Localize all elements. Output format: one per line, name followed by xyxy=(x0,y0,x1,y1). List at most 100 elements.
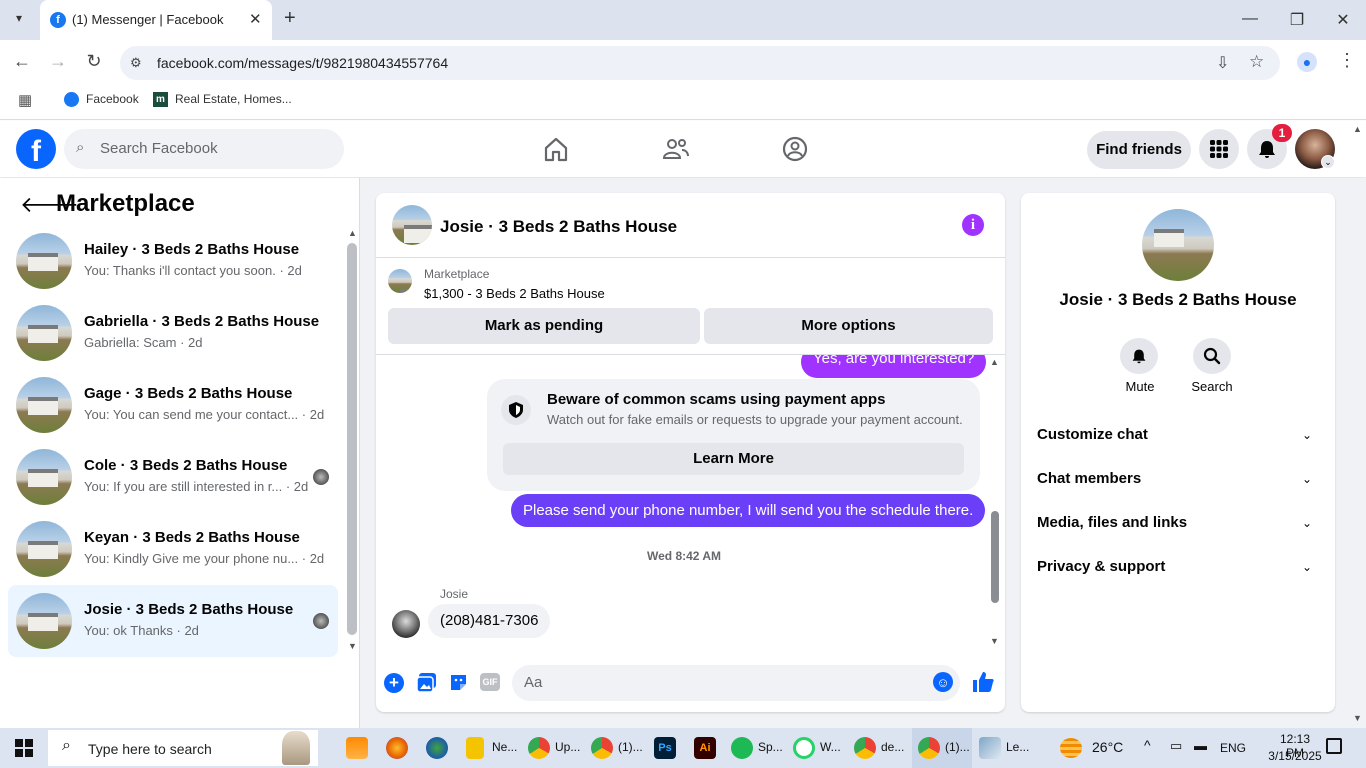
listing-thumbnail xyxy=(16,593,72,649)
scroll-down-arrow[interactable]: ▼ xyxy=(348,641,357,651)
customize-chat-section[interactable]: Customize chat xyxy=(1037,426,1148,443)
sender-name: Josie xyxy=(440,587,469,601)
network-icon[interactable]: ▬ xyxy=(1194,738,1207,753)
scroll-up-arrow[interactable]: ▲ xyxy=(348,228,357,238)
menu-icon[interactable]: ⋮ xyxy=(1338,50,1356,71)
tab-close-icon[interactable]: ✕ xyxy=(249,10,262,28)
bookmark-facebook[interactable]: Facebook xyxy=(86,92,139,106)
message-input[interactable] xyxy=(512,665,960,701)
info-icon[interactable]: i xyxy=(962,214,984,236)
restore-button[interactable]: ❐ xyxy=(1287,10,1307,30)
windows-start-icon[interactable] xyxy=(15,739,33,757)
page-scroll-down-arrow[interactable]: ▼ xyxy=(1353,713,1362,723)
friends-icon[interactable] xyxy=(661,134,691,164)
minimize-button[interactable]: — xyxy=(1240,10,1260,28)
mark-as-pending-button[interactable]: Mark as pending xyxy=(388,308,700,344)
details-listing-avatar[interactable] xyxy=(1142,209,1214,281)
taskbar-app-label[interactable]: Up... xyxy=(555,740,580,764)
chrome-icon[interactable] xyxy=(918,737,940,759)
account-chevron-icon[interactable]: ⌄ xyxy=(1321,155,1335,169)
whatsapp-icon[interactable] xyxy=(793,737,815,759)
chat-scrollbar[interactable] xyxy=(991,511,999,603)
chevron-down-icon[interactable]: ⌄ xyxy=(1302,516,1312,530)
notepad-icon[interactable] xyxy=(979,737,1001,759)
chat-title[interactable]: Josie · 3 Beds 2 Baths House xyxy=(440,217,677,237)
vlc-icon[interactable] xyxy=(346,737,368,759)
plus-icon[interactable]: + xyxy=(384,673,404,693)
photoshop-icon[interactable]: Ps xyxy=(654,737,676,759)
media-files-links-section[interactable]: Media, files and links xyxy=(1037,514,1187,531)
scam-warning-body: Watch out for fake emails or requests to… xyxy=(547,412,963,427)
globe-icon[interactable] xyxy=(426,737,448,759)
gif-icon[interactable]: GIF xyxy=(480,673,500,691)
sticker-icon[interactable] xyxy=(448,672,469,693)
chrome-icon[interactable] xyxy=(591,737,613,759)
photo-icon[interactable] xyxy=(416,672,437,693)
clock-date[interactable]: 3/15/2025 xyxy=(1268,749,1322,763)
tray-chevron-icon[interactable]: ^ xyxy=(1144,737,1151,753)
details-title: Josie · 3 Beds 2 Baths House xyxy=(1059,290,1297,309)
more-options-button[interactable]: More options xyxy=(704,308,993,344)
taskbar-app-label[interactable]: Ne... xyxy=(492,740,517,764)
taskbar-app-label[interactable]: Sp... xyxy=(758,740,783,764)
taskbar-app-label[interactable]: de... xyxy=(881,740,904,764)
find-friends-button[interactable]: Find friends xyxy=(1087,131,1191,169)
close-window-button[interactable]: ✕ xyxy=(1333,10,1353,30)
outgoing-message: Please send your phone number, I will se… xyxy=(511,494,986,527)
chat-scroll-up-arrow[interactable]: ▲ xyxy=(990,357,999,367)
page-scroll-up-arrow[interactable]: ▲ xyxy=(1353,124,1362,134)
conversation-name: Keyan · 3 Beds 2 Baths House xyxy=(84,529,300,546)
site-info-icon[interactable]: ⚙ xyxy=(130,55,142,71)
tab-search-button[interactable]: ▾ xyxy=(8,11,30,29)
weather-icon[interactable] xyxy=(1060,738,1082,758)
conversation-name: Hailey · 3 Beds 2 Baths House xyxy=(84,241,300,258)
url-text[interactable]: facebook.com/messages/t/9821980434557764 xyxy=(157,55,448,71)
taskbar-app-label[interactable]: (1)... xyxy=(945,740,970,764)
taskbar-app-label[interactable]: W... xyxy=(820,740,841,764)
chevron-down-icon[interactable]: ⌄ xyxy=(1302,472,1312,486)
bookmark-star-icon[interactable]: ☆ xyxy=(1249,52,1264,72)
chrome-icon[interactable] xyxy=(528,737,550,759)
spotify-icon[interactable] xyxy=(731,737,753,759)
conversation-preview: You: You can send me your contact... · 2… xyxy=(84,407,325,422)
learn-more-button[interactable]: Learn More xyxy=(503,443,964,475)
profile-icon[interactable]: ● xyxy=(1297,52,1317,72)
chevron-down-icon[interactable]: ⌄ xyxy=(1302,560,1312,574)
forward-icon[interactable]: → xyxy=(46,51,70,72)
file-explorer-icon[interactable] xyxy=(466,737,484,759)
groups-icon[interactable] xyxy=(780,134,810,164)
firefox-icon[interactable] xyxy=(386,737,408,759)
outgoing-message: Yes, are you interested? xyxy=(801,355,987,378)
sender-avatar[interactable] xyxy=(392,610,420,638)
thumbs-up-icon[interactable] xyxy=(972,670,995,693)
conversation-name: Gage · 3 Beds 2 Baths House xyxy=(84,385,293,402)
action-center-icon[interactable] xyxy=(1326,738,1342,754)
chrome-icon[interactable] xyxy=(854,737,876,759)
privacy-support-section[interactable]: Privacy & support xyxy=(1037,558,1165,575)
taskbar-app-label[interactable]: (1)... xyxy=(618,740,643,764)
bookmark-real-estate[interactable]: Real Estate, Homes... xyxy=(175,92,292,106)
taskbar-app-label[interactable]: Le... xyxy=(1006,740,1029,764)
illustrator-icon[interactable]: Ai xyxy=(694,737,716,759)
conversation-preview: You: If you are still interested in r...… xyxy=(84,479,309,494)
chevron-down-icon[interactable]: ⌄ xyxy=(1302,428,1312,442)
emoji-icon[interactable]: ☺ xyxy=(933,672,953,692)
sidebar-scrollbar[interactable] xyxy=(347,243,357,635)
tray-device-icon[interactable]: ▭ xyxy=(1170,738,1182,754)
chat-scroll-down-arrow[interactable]: ▼ xyxy=(990,636,999,646)
chat-members-section[interactable]: Chat members xyxy=(1037,470,1141,487)
listing-title[interactable]: $1,300 - 3 Beds 2 Baths House xyxy=(424,286,605,301)
conversation-name: Gabriella · 3 Beds 2 Baths House xyxy=(84,313,320,330)
facebook-logo-icon[interactable]: f xyxy=(16,129,56,169)
temperature[interactable]: 26°C xyxy=(1092,739,1123,755)
reload-icon[interactable]: ↻ xyxy=(82,51,106,72)
apps-grid-icon[interactable]: ▦ xyxy=(18,91,32,109)
back-icon[interactable]: ← xyxy=(10,51,34,72)
tab-title: (1) Messenger | Facebook xyxy=(72,12,224,27)
chat-listing-avatar[interactable] xyxy=(392,205,432,245)
taskbar-search-placeholder: Type here to search xyxy=(88,741,212,757)
install-app-icon[interactable]: ⇩ xyxy=(1216,53,1229,73)
new-tab-button[interactable]: + xyxy=(284,7,296,30)
home-icon[interactable] xyxy=(541,134,571,164)
language-indicator[interactable]: ENG xyxy=(1220,741,1246,755)
